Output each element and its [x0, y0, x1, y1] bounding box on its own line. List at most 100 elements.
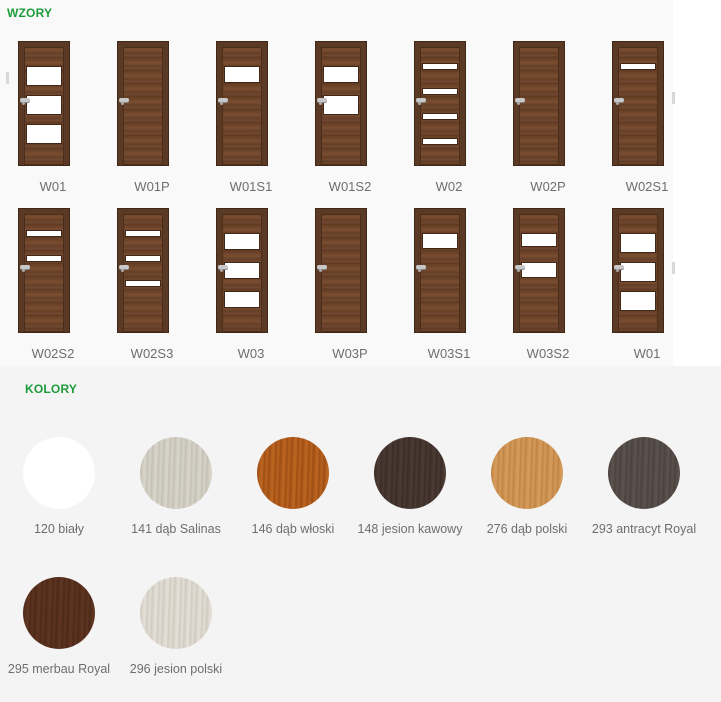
door-handle-icon [218, 98, 228, 105]
door-item-w03p[interactable]: W03P [297, 208, 387, 368]
door-glass-pane [422, 233, 458, 249]
door-leaf [420, 214, 460, 332]
door-handle-icon [614, 98, 624, 105]
door-image[interactable] [216, 208, 268, 333]
door-image[interactable] [18, 208, 70, 333]
color-item[interactable]: 141 dąb Salinas [117, 437, 235, 557]
door-label: W03S1 [427, 346, 471, 361]
color-swatch[interactable] [491, 437, 563, 509]
door-glass-pane [323, 95, 359, 115]
door-glass-pane [125, 230, 161, 237]
color-swatch[interactable] [608, 437, 680, 509]
color-item[interactable]: 295 merbau Royal [0, 577, 118, 697]
door-image[interactable] [117, 41, 169, 166]
door-handle-icon [416, 98, 426, 105]
door-glass-pane [323, 66, 359, 83]
door-glass-pane [26, 95, 62, 115]
door-item-w01s1[interactable]: W01S1 [198, 41, 288, 201]
color-item[interactable]: 120 biały [0, 437, 118, 557]
door-glass-pane [620, 233, 656, 253]
door-glass-pane [422, 113, 458, 120]
door-label: W02S3 [130, 346, 174, 361]
door-handle-icon [119, 265, 129, 272]
door-glass-pane [26, 124, 62, 144]
door-glass-pane [224, 262, 260, 279]
door-image[interactable] [414, 208, 466, 333]
door-glass-pane [224, 66, 260, 83]
door-item-w03s1[interactable]: W03S1 [396, 208, 486, 368]
door-item-w01p[interactable]: W01P [99, 41, 189, 201]
door-leaf [222, 47, 262, 165]
door-image[interactable] [513, 41, 565, 166]
door-image[interactable] [414, 41, 466, 166]
door-label: W02P [530, 179, 566, 194]
door-handle-icon [515, 265, 525, 272]
color-swatch[interactable] [140, 577, 212, 649]
door-label: W01 [633, 346, 661, 361]
door-label: W03 [237, 346, 265, 361]
color-swatch[interactable] [23, 577, 95, 649]
door-handle-icon [218, 265, 228, 272]
wzory-heading: WZORY [7, 6, 53, 20]
color-item[interactable]: 296 jesion polski [117, 577, 235, 697]
door-item-w01s2[interactable]: W01S2 [297, 41, 387, 201]
color-label: 296 jesion polski [129, 662, 223, 676]
door-handle-icon [614, 265, 624, 272]
color-label: 293 antracyt Royal [591, 522, 697, 536]
door-image[interactable] [18, 41, 70, 166]
door-item-w03s2[interactable]: W03S2 [495, 208, 585, 368]
color-swatch[interactable] [23, 437, 95, 509]
door-label: W01S1 [229, 179, 273, 194]
door-item-w02s1[interactable]: W02S1 [594, 41, 684, 201]
door-item-w02[interactable]: W02 [396, 41, 486, 201]
door-image[interactable] [612, 208, 664, 333]
door-glass-pane [224, 233, 260, 250]
door-handle-icon [515, 98, 525, 105]
door-image[interactable] [612, 41, 664, 166]
door-glass-pane [521, 262, 557, 278]
door-handle-icon [416, 265, 426, 272]
door-leaf [321, 214, 361, 332]
door-glass-pane [620, 262, 656, 282]
door-handle-icon [317, 98, 327, 105]
door-label: W03S2 [526, 346, 570, 361]
color-swatch[interactable] [257, 437, 329, 509]
color-item[interactable]: 293 antracyt Royal [585, 437, 703, 557]
door-glass-pane [620, 63, 656, 70]
door-handle-icon [20, 265, 30, 272]
door-item-w01[interactable]: W01 [0, 41, 90, 201]
door-image[interactable] [513, 208, 565, 333]
door-item-w02s3[interactable]: W02S3 [99, 208, 189, 368]
door-glass-pane [422, 88, 458, 95]
door-item-w02p[interactable]: W02P [495, 41, 585, 201]
door-glass-pane [26, 255, 62, 262]
door-item-w02s2[interactable]: W02S2 [0, 208, 90, 368]
door-label: W02S2 [31, 346, 75, 361]
door-glass-pane [26, 230, 62, 237]
color-item[interactable]: 148 jesion kawowy [351, 437, 469, 557]
door-glass-pane [422, 138, 458, 145]
door-glass-pane [125, 255, 161, 262]
color-item[interactable]: 146 dąb włoski [234, 437, 352, 557]
door-label: W02 [435, 179, 463, 194]
door-leaf [123, 47, 163, 165]
door-image[interactable] [315, 41, 367, 166]
door-image[interactable] [117, 208, 169, 333]
door-label: W03P [332, 346, 368, 361]
door-glass-pane [224, 291, 260, 308]
door-handle-icon [20, 98, 30, 105]
door-label: W01 [39, 179, 67, 194]
door-handle-icon [119, 98, 129, 105]
door-item-w03[interactable]: W03 [198, 208, 288, 368]
door-glass-pane [125, 280, 161, 287]
kolory-heading: KOLORY [25, 382, 78, 396]
door-image[interactable] [216, 41, 268, 166]
door-image[interactable] [315, 208, 367, 333]
color-swatch[interactable] [140, 437, 212, 509]
door-handle-icon [317, 265, 327, 272]
color-swatch[interactable] [374, 437, 446, 509]
door-item-w01[interactable]: W01 [594, 208, 684, 368]
color-item[interactable]: 276 dąb polski [468, 437, 586, 557]
door-glass-pane [422, 63, 458, 70]
door-glass-pane [521, 233, 557, 247]
